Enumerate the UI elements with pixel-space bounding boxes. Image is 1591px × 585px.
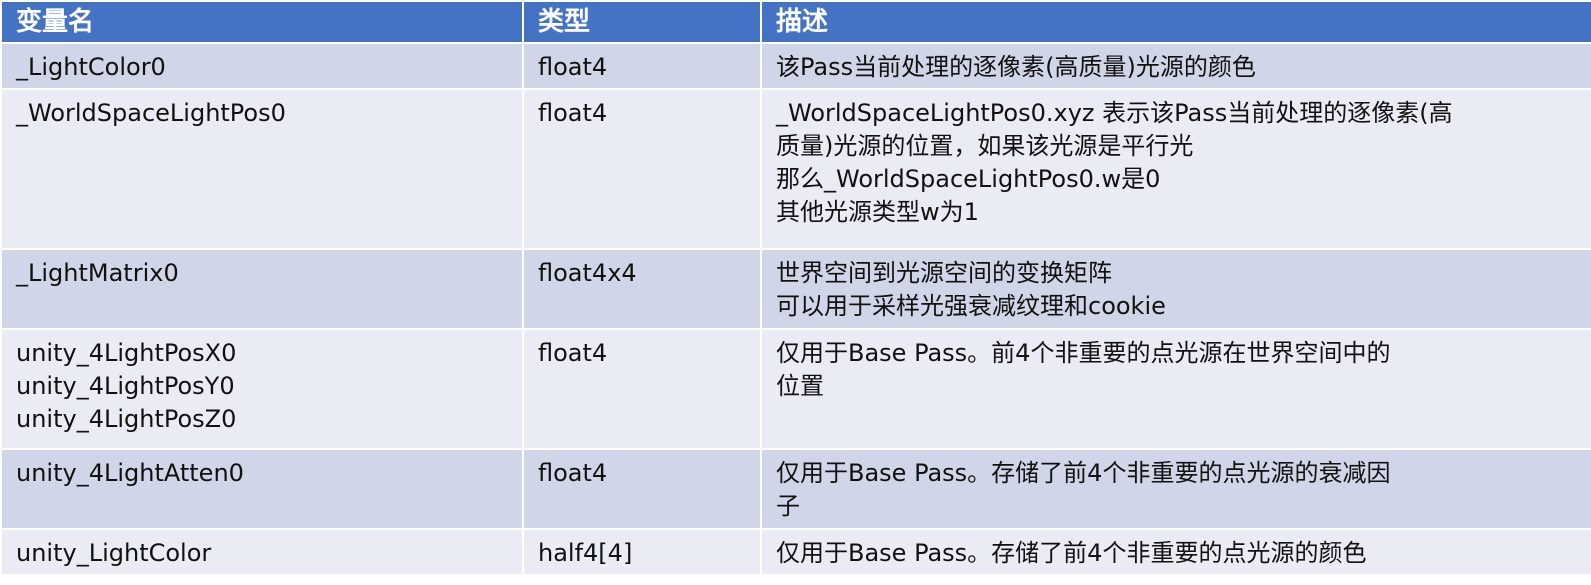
cell-variable-name: _LightColor0 [0,42,524,90]
table-row: _LightColor0 float4 该Pass当前处理的逐像素(高质量)光源… [0,42,1591,90]
variable-name-line: unity_4LightPosZ0 [16,405,237,433]
cell-description: _WorldSpaceLightPos0.xyz 表示该Pass当前处理的逐像素… [760,88,1591,250]
variable-name-line: _WorldSpaceLightPos0 [16,99,286,127]
description-line: 质量)光源的位置，如果该光源是平行光 [776,132,1194,160]
cell-type: float4x4 [522,248,762,330]
variable-name-line: unity_4LightAtten0 [16,459,244,487]
cell-variable-name: unity_4LightPosX0 unity_4LightPosY0 unit… [0,328,524,450]
cell-description: 仅用于Base Pass。存储了前4个非重要的点光源的衰减因 子 [760,448,1591,530]
cell-type: float4 [522,42,762,90]
cell-description: 世界空间到光源空间的变换矩阵 可以用于采样光强衰减纹理和cookie [760,248,1591,330]
cell-variable-name: unity_4LightAtten0 [0,448,524,530]
cell-variable-name: _LightMatrix0 [0,248,524,330]
description-line: 仅用于Base Pass。前4个非重要的点光源在世界空间中的 [776,339,1391,367]
description-line: 该Pass当前处理的逐像素(高质量)光源的颜色 [776,53,1256,81]
header-variable-name: 变量名 [0,0,524,44]
cell-variable-name: _WorldSpaceLightPos0 [0,88,524,250]
description-line: 仅用于Base Pass。存储了前4个非重要的点光源的颜色 [776,539,1367,567]
description-line: 仅用于Base Pass。存储了前4个非重要的点光源的衰减因 [776,459,1391,487]
description-line: 位置 [776,372,824,400]
variable-name-line: unity_LightColor [16,539,212,567]
header-type: 类型 [522,0,762,44]
description-line: _WorldSpaceLightPos0.xyz 表示该Pass当前处理的逐像素… [776,99,1453,127]
cell-type: float4 [522,328,762,450]
variable-name-line: unity_4LightPosX0 [16,339,237,367]
cell-description: 该Pass当前处理的逐像素(高质量)光源的颜色 [760,42,1591,90]
cell-description: 仅用于Base Pass。前4个非重要的点光源在世界空间中的 位置 [760,328,1591,450]
table-row: unity_4LightAtten0 float4 仅用于Base Pass。存… [0,448,1591,530]
variable-name-line: unity_4LightPosY0 [16,372,235,400]
shader-variables-table: 变量名 类型 描述 _LightColor0 float4 该Pass当前处理的… [0,0,1591,576]
table-row: _LightMatrix0 float4x4 世界空间到光源空间的变换矩阵 可以… [0,248,1591,330]
description-line: 可以用于采样光强衰减纹理和cookie [776,292,1166,320]
description-line: 那么_WorldSpaceLightPos0.w是0 [776,165,1161,193]
cell-type: half4[4] [522,528,762,576]
cell-type: float4 [522,448,762,530]
description-line: 世界空间到光源空间的变换矩阵 [776,259,1112,287]
cell-variable-name: unity_LightColor [0,528,524,576]
variable-name-line: _LightColor0 [16,53,166,81]
variable-name-line: _LightMatrix0 [16,259,179,287]
description-line: 其他光源类型w为1 [776,198,979,226]
table-header-row: 变量名 类型 描述 [0,0,1591,44]
table-row: unity_LightColor half4[4] 仅用于Base Pass。存… [0,528,1591,576]
cell-description: 仅用于Base Pass。存储了前4个非重要的点光源的颜色 [760,528,1591,576]
header-description: 描述 [760,0,1591,44]
description-line: 子 [776,492,800,520]
cell-type: float4 [522,88,762,250]
table-row: unity_4LightPosX0 unity_4LightPosY0 unit… [0,328,1591,450]
table-row: _WorldSpaceLightPos0 float4 _WorldSpaceL… [0,88,1591,250]
